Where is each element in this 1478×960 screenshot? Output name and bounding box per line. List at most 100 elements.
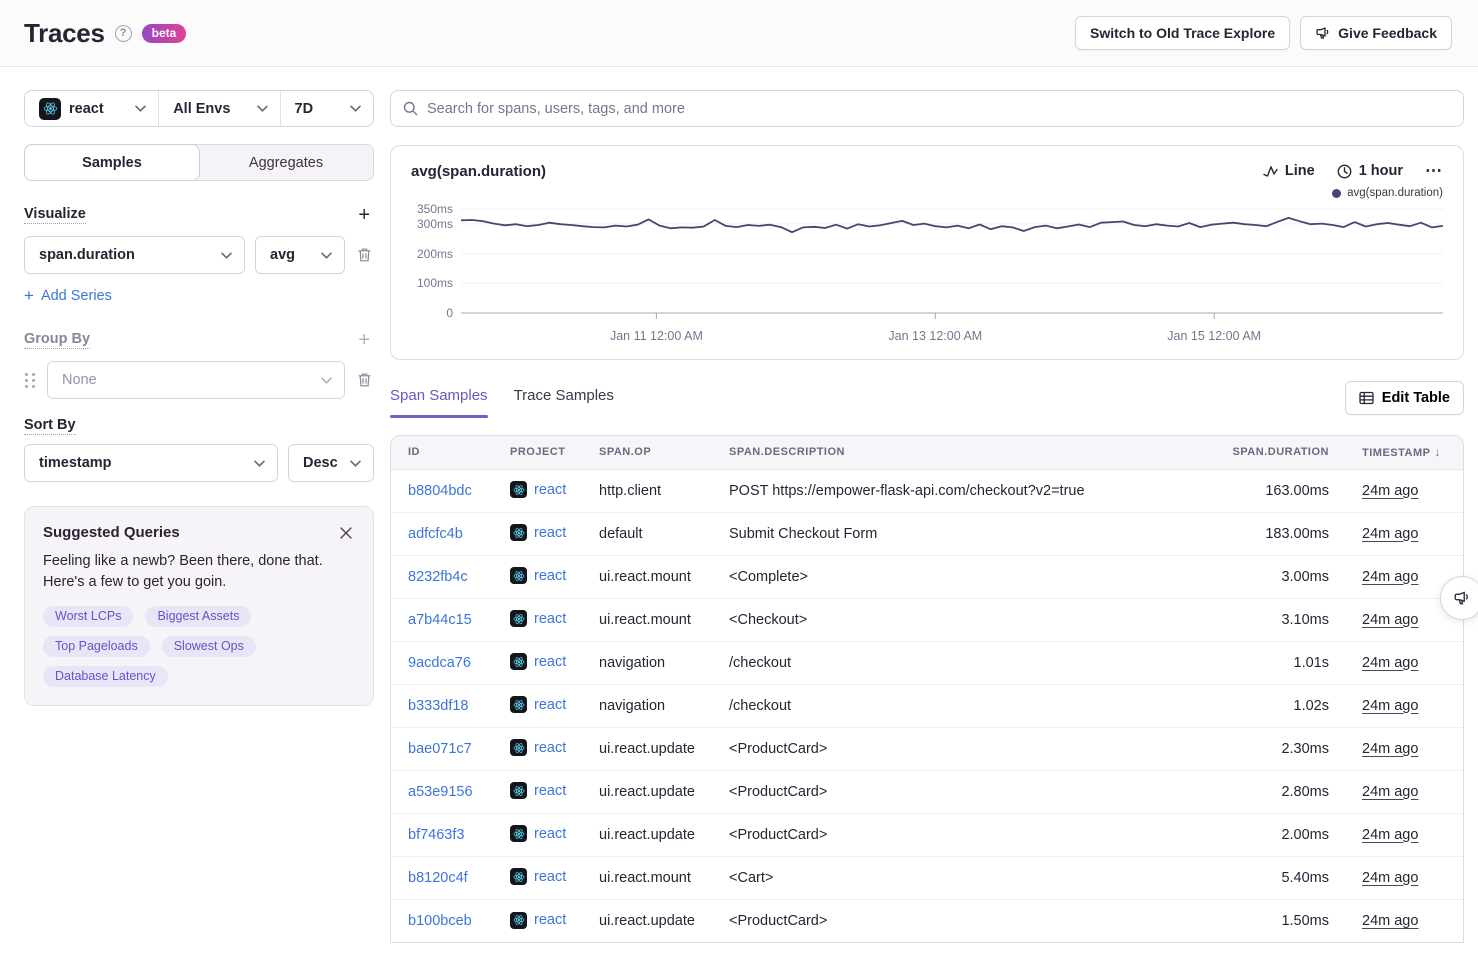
span-id-link[interactable]: bf7463f3 bbox=[408, 827, 464, 843]
span-id-link[interactable]: b8804bdc bbox=[408, 483, 472, 499]
project-link[interactable]: react bbox=[534, 525, 566, 541]
span-description-cell: <Checkout> bbox=[712, 598, 1189, 641]
environment-filter[interactable]: All Envs bbox=[158, 91, 279, 126]
span-timestamp-link[interactable]: 24m ago bbox=[1362, 483, 1418, 499]
tab-samples[interactable]: Samples bbox=[24, 144, 200, 181]
table-row[interactable]: b8804bdc react http.client POST https://… bbox=[391, 469, 1463, 512]
give-feedback-button[interactable]: Give Feedback bbox=[1300, 16, 1452, 50]
project-link[interactable]: react bbox=[534, 654, 566, 670]
span-duration-cell: 1.02s bbox=[1189, 684, 1344, 727]
span-id-link[interactable]: a53e9156 bbox=[408, 784, 473, 800]
span-timestamp-link[interactable]: 24m ago bbox=[1362, 698, 1418, 714]
span-id-link[interactable]: 8232fb4c bbox=[408, 569, 468, 585]
project-link[interactable]: react bbox=[534, 869, 566, 885]
search-input[interactable] bbox=[427, 101, 1451, 117]
column-header-timestamp[interactable]: TIMESTAMP↓ bbox=[1344, 436, 1463, 469]
add-series-button[interactable]: + Add Series bbox=[24, 286, 112, 306]
project-link[interactable]: react bbox=[534, 740, 566, 756]
legend-item[interactable]: avg(span.duration) bbox=[1332, 187, 1443, 199]
span-timestamp-link[interactable]: 24m ago bbox=[1362, 655, 1418, 671]
column-header-span-op[interactable]: SPAN.OP bbox=[582, 436, 712, 469]
column-header-span-duration[interactable]: SPAN.DURATION bbox=[1189, 436, 1344, 469]
add-visualize-button[interactable]: + bbox=[354, 203, 374, 227]
span-timestamp-link[interactable]: 24m ago bbox=[1362, 569, 1418, 585]
project-link[interactable]: react bbox=[534, 697, 566, 713]
sort-direction-value: Desc bbox=[303, 455, 338, 471]
span-id-link[interactable]: a7b44c15 bbox=[408, 612, 472, 628]
react-project-icon bbox=[510, 782, 527, 799]
sort-field-select[interactable]: timestamp bbox=[24, 444, 278, 482]
chart-more-menu-icon[interactable]: ⋯ bbox=[1425, 161, 1443, 181]
trash-icon[interactable] bbox=[355, 370, 374, 390]
table-row[interactable]: b333df18 react navigation /checkout 1.02… bbox=[391, 684, 1463, 727]
project-link[interactable]: react bbox=[534, 568, 566, 584]
chart-interval-button[interactable]: 1 hour bbox=[1337, 163, 1403, 179]
trash-icon[interactable] bbox=[355, 245, 374, 265]
column-header-project[interactable]: PROJECT bbox=[493, 436, 582, 469]
span-timestamp-link[interactable]: 24m ago bbox=[1362, 827, 1418, 843]
search-bar bbox=[390, 90, 1464, 127]
table-row[interactable]: 9acdca76 react navigation /checkout 1.01… bbox=[391, 641, 1463, 684]
table-row[interactable]: a53e9156 react ui.react.update <ProductC… bbox=[391, 770, 1463, 813]
suggested-query-pill[interactable]: Worst LCPs bbox=[43, 606, 133, 627]
add-group-by-button[interactable]: + bbox=[354, 328, 374, 352]
span-id-link[interactable]: b100bceb bbox=[408, 913, 472, 929]
span-timestamp-link[interactable]: 24m ago bbox=[1362, 612, 1418, 628]
tab-aggregates[interactable]: Aggregates bbox=[199, 145, 373, 180]
span-id-link[interactable]: adfcfc4b bbox=[408, 526, 463, 542]
floating-feedback-button[interactable] bbox=[1440, 576, 1478, 620]
span-timestamp-link[interactable]: 24m ago bbox=[1362, 784, 1418, 800]
drag-handle[interactable] bbox=[24, 371, 37, 390]
span-description-cell: /checkout bbox=[712, 641, 1189, 684]
table-icon bbox=[1359, 391, 1374, 405]
project-link[interactable]: react bbox=[534, 611, 566, 627]
project-link[interactable]: react bbox=[534, 783, 566, 799]
project-link[interactable]: react bbox=[534, 912, 566, 928]
switch-old-trace-explore-button[interactable]: Switch to Old Trace Explore bbox=[1075, 16, 1290, 50]
column-header-id[interactable]: ID bbox=[391, 436, 493, 469]
table-row[interactable]: bae071c7 react ui.react.update <ProductC… bbox=[391, 727, 1463, 770]
suggested-query-pill[interactable]: Top Pageloads bbox=[43, 636, 150, 657]
suggested-query-pill[interactable]: Slowest Ops bbox=[162, 636, 256, 657]
sort-direction-select[interactable]: Desc bbox=[288, 444, 374, 482]
edit-table-button[interactable]: Edit Table bbox=[1345, 381, 1464, 415]
table-row[interactable]: b100bceb react ui.react.update <ProductC… bbox=[391, 899, 1463, 942]
table-row[interactable]: b8120c4f react ui.react.mount <Cart> 5.4… bbox=[391, 856, 1463, 899]
table-row[interactable]: adfcfc4b react default Submit Checkout F… bbox=[391, 512, 1463, 555]
date-range-filter[interactable]: 7D bbox=[280, 91, 374, 126]
column-header-span-description[interactable]: SPAN.DESCRIPTION bbox=[712, 436, 1189, 469]
chart-type-button[interactable]: Line bbox=[1263, 163, 1315, 179]
project-link[interactable]: react bbox=[534, 482, 566, 498]
span-timestamp-link[interactable]: 24m ago bbox=[1362, 741, 1418, 757]
span-id-link[interactable]: 9acdca76 bbox=[408, 655, 471, 671]
project-link[interactable]: react bbox=[534, 826, 566, 842]
span-timestamp-link[interactable]: 24m ago bbox=[1362, 526, 1418, 542]
span-timestamp-link[interactable]: 24m ago bbox=[1362, 870, 1418, 886]
mode-tabs: Samples Aggregates bbox=[24, 144, 374, 181]
group-by-select[interactable]: None bbox=[47, 361, 345, 399]
table-row[interactable]: 8232fb4c react ui.react.mount <Complete>… bbox=[391, 555, 1463, 598]
suggested-query-pill[interactable]: Biggest Assets bbox=[145, 606, 251, 627]
span-id-link[interactable]: bae071c7 bbox=[408, 741, 472, 757]
chart-panel: avg(span.duration) Line 1 hour ⋯ bbox=[390, 145, 1464, 360]
visualize-aggregate-select[interactable]: avg bbox=[255, 236, 345, 274]
span-id-link[interactable]: b333df18 bbox=[408, 698, 468, 714]
tab-trace-samples[interactable]: Trace Samples bbox=[514, 387, 614, 418]
span-description-cell: POST https://empower-flask-api.com/check… bbox=[712, 469, 1189, 512]
span-timestamp-link[interactable]: 24m ago bbox=[1362, 913, 1418, 929]
help-icon[interactable]: ? bbox=[115, 25, 132, 42]
beta-badge: beta bbox=[142, 24, 187, 43]
span-id-link[interactable]: b8120c4f bbox=[408, 870, 468, 886]
visualize-field-select[interactable]: span.duration bbox=[24, 236, 245, 274]
main-content: avg(span.duration) Line 1 hour ⋯ bbox=[390, 90, 1464, 943]
table-row[interactable]: a7b44c15 react ui.react.mount <Checkout>… bbox=[391, 598, 1463, 641]
suggested-queries-title: Suggested Queries bbox=[43, 524, 180, 541]
suggested-query-pill[interactable]: Database Latency bbox=[43, 666, 168, 687]
tab-span-samples[interactable]: Span Samples bbox=[390, 387, 488, 418]
group-by-value: None bbox=[62, 372, 97, 388]
close-icon[interactable] bbox=[337, 524, 355, 545]
chevron-down-icon bbox=[350, 460, 361, 467]
table-row[interactable]: bf7463f3 react ui.react.update <ProductC… bbox=[391, 813, 1463, 856]
project-filter[interactable]: react bbox=[25, 91, 158, 126]
span-duration-cell: 2.80ms bbox=[1189, 770, 1344, 813]
